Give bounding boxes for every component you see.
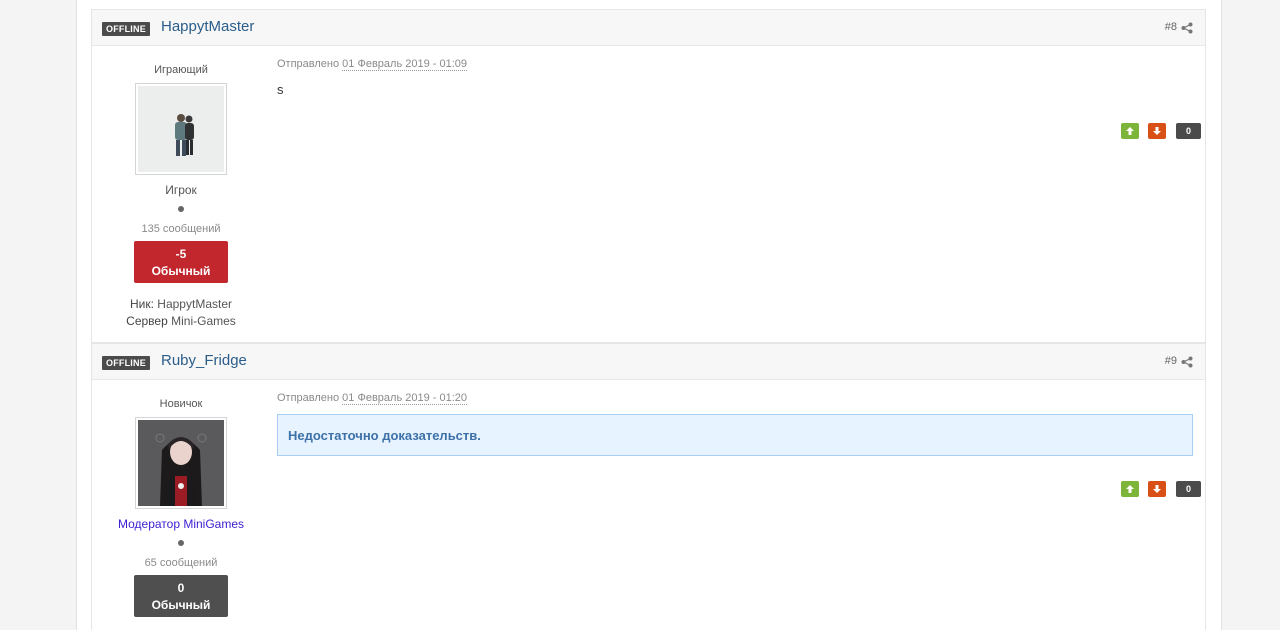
reputation-value: -5	[175, 247, 187, 261]
posted-date: Отправлено 01 Февраль 2019 - 01:20	[277, 392, 1193, 405]
field-value: Mini-Games	[171, 314, 236, 328]
rep-up-button[interactable]	[1121, 123, 1139, 139]
post-header: OFFLINE HappytMaster #8	[92, 10, 1205, 46]
reputation-label: Обычный	[151, 598, 211, 612]
arrow-down-icon	[1153, 127, 1161, 135]
member-rank: Модератор MiniGames	[117, 517, 245, 531]
avatar[interactable]	[135, 83, 227, 175]
forum-post: OFFLINE Ruby_Fridge #9 Новичок Модератор…	[91, 343, 1206, 630]
offline-badge: OFFLINE	[102, 356, 150, 370]
rank-pip-icon	[178, 540, 184, 546]
field-nick: Ник: HappytMaster	[92, 297, 270, 311]
arrow-down-icon	[1153, 485, 1161, 493]
post-count: 65 сообщений	[144, 557, 218, 569]
reputation-label: Обычный	[151, 264, 211, 278]
rank-pip-icon	[178, 206, 184, 212]
posted-date: Отправлено 01 Февраль 2019 - 01:09	[277, 58, 1193, 71]
field-label: Сервер	[126, 314, 168, 328]
post-content: Отправлено 01 Февраль 2019 - 01:20 Недос…	[277, 380, 1193, 456]
post-text: s	[277, 82, 284, 97]
field-value: HappytMaster	[157, 297, 232, 311]
share-icon[interactable]	[1181, 356, 1193, 368]
forum-post: OFFLINE HappytMaster #8 Играющий Игрок 1…	[91, 9, 1206, 343]
posted-date-value: 01 Февраль 2019 - 01:20	[342, 392, 468, 405]
author-info: Новичок Модератор MiniGames 65 сообщений	[92, 380, 270, 617]
arrow-up-icon	[1126, 485, 1134, 493]
arrow-up-icon	[1126, 127, 1134, 135]
avatar-image	[138, 420, 224, 506]
post-number-link[interactable]: #8	[1165, 21, 1177, 33]
reputation-value: 0	[177, 581, 185, 595]
custom-fields: Ник: HappytMaster Сервер Mini-Games	[92, 297, 270, 328]
offline-badge: OFFLINE	[102, 22, 150, 36]
reputation-controls: 0	[1121, 123, 1201, 139]
post-header: OFFLINE Ruby_Fridge #9	[92, 344, 1205, 380]
author-name-link[interactable]: HappytMaster	[161, 18, 254, 35]
field-label: Ник:	[130, 297, 154, 311]
author-name-link[interactable]: Ruby_Fridge	[161, 352, 247, 369]
rep-count: 0	[1176, 481, 1201, 497]
rep-down-button[interactable]	[1148, 123, 1166, 139]
avatar[interactable]	[135, 417, 227, 509]
posted-label: Отправлено	[277, 58, 340, 70]
reputation-badge: 0 Обычный	[134, 575, 228, 617]
member-title: Играющий	[154, 64, 208, 76]
rep-up-button[interactable]	[1121, 481, 1139, 497]
post-number-link[interactable]: #9	[1165, 355, 1177, 367]
share-icon[interactable]	[1181, 22, 1193, 34]
member-title: Новичок	[159, 398, 203, 410]
reputation-controls: 0	[1121, 481, 1201, 497]
field-server: Сервер Mini-Games	[92, 314, 270, 328]
posted-label: Отправлено	[277, 392, 340, 404]
rep-down-button[interactable]	[1148, 481, 1166, 497]
post-count: 135 сообщений	[141, 223, 221, 235]
moderator-note: Недостаточно доказательств.	[277, 414, 1193, 456]
reputation-badge: -5 Обычный	[134, 241, 228, 283]
avatar-image	[138, 86, 224, 172]
member-rank: Игрок	[165, 183, 197, 197]
post-content: Отправлено 01 Февраль 2019 - 01:09 s	[277, 46, 1193, 97]
rep-count: 0	[1176, 123, 1201, 139]
posted-date-value: 01 Февраль 2019 - 01:09	[342, 58, 468, 71]
author-info: Играющий Игрок 135 сообщений -5 Обычный …	[92, 46, 270, 328]
